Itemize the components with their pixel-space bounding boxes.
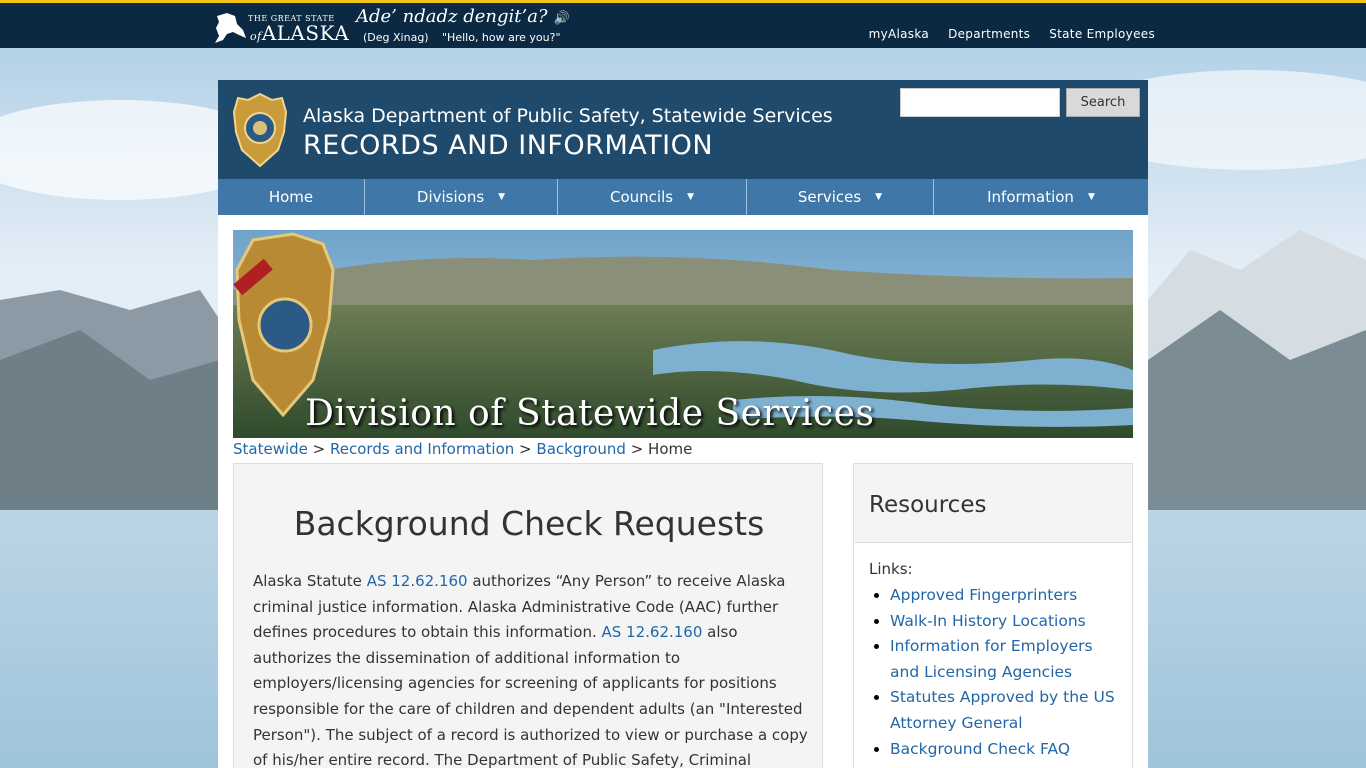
alaska-map-icon <box>215 13 246 43</box>
logo-big-text: ofALASKA <box>250 21 349 45</box>
resource-link-employers-info[interactable]: Information for Employers and Licensing … <box>890 637 1093 681</box>
nav-divisions-label: Divisions <box>416 188 485 206</box>
nav-services[interactable]: Services ▼ <box>747 179 934 215</box>
resource-link-item: Walk-In History Locations <box>890 609 1120 635</box>
greeting-translation: "Hello, how are you?" <box>442 31 561 44</box>
statute-link[interactable]: AS 12.62.160 <box>367 572 468 590</box>
toplink-myalaska[interactable]: myAlaska <box>869 27 929 41</box>
breadcrumb-statewide[interactable]: Statewide <box>233 440 308 458</box>
section-title: RECORDS AND INFORMATION <box>303 130 714 161</box>
toplink-state-employees[interactable]: State Employees <box>1049 27 1155 41</box>
logo-of-text: of <box>250 30 262 43</box>
page-container: Alaska Department of Public Safety, Stat… <box>218 80 1148 768</box>
greeting-language: (Deg Xinag) <box>363 31 429 44</box>
page-title: Background Check Requests <box>293 504 765 543</box>
resource-link-item: Background Check FAQ <box>890 737 1120 763</box>
caret-down-icon: ▼ <box>1087 192 1095 202</box>
native-language-greeting: Ade’ ndadz dengit’a? 🔊 (Deg Xinag) "Hello… <box>356 6 570 44</box>
resources-panel: Resources Links: Approved Fingerprinters… <box>853 463 1133 768</box>
banner-title: Division of Statewide Services <box>305 393 875 434</box>
nav-information-label: Information <box>987 188 1074 206</box>
breadcrumb-records[interactable]: Records and Information <box>330 440 514 458</box>
state-topbar: THE GREAT STATE ofALASKA Ade’ ndadz deng… <box>0 0 1366 48</box>
breadcrumb: Statewide > Records and Information > Ba… <box>233 440 692 458</box>
agency-name: Alaska Department of Public Safety, Stat… <box>303 105 833 127</box>
nav-home-label: Home <box>268 188 314 206</box>
resources-header: Resources <box>854 464 1132 543</box>
caret-down-icon: ▼ <box>498 192 506 202</box>
links-label: Links: <box>869 560 913 578</box>
resource-link-faq[interactable]: Background Check FAQ <box>890 740 1070 758</box>
resource-link-item: Information for Employers and Licensing … <box>890 634 1120 685</box>
resource-link-item: Approved Fingerprinters <box>890 583 1120 609</box>
caret-down-icon: ▼ <box>687 192 694 202</box>
resource-link-walk-in-locations[interactable]: Walk-In History Locations <box>890 612 1086 630</box>
nav-councils[interactable]: Councils ▼ <box>558 179 747 215</box>
site-search: Search <box>900 88 1140 117</box>
dps-badge-icon <box>232 92 288 168</box>
article-text: Alaska Statute <box>253 572 367 590</box>
alaska-logo[interactable]: THE GREAT STATE ofALASKA <box>213 8 349 46</box>
toplink-departments[interactable]: Departments <box>948 27 1030 41</box>
main-nav: Home Divisions ▼ Councils ▼ Services ▼ I… <box>218 179 1148 215</box>
nav-councils-label: Councils <box>610 188 674 206</box>
breadcrumb-separator: > <box>312 440 326 458</box>
article-text: also authorizes the dissemination of add… <box>253 623 808 768</box>
statute-link[interactable]: AS 12.62.160 <box>602 623 703 641</box>
article-body: Alaska Statute AS 12.62.160 authorizes “… <box>253 569 809 768</box>
breadcrumb-background[interactable]: Background <box>536 440 626 458</box>
greeting-phrase: Ade’ ndadz dengit’a? <box>356 6 548 27</box>
caret-down-icon: ▼ <box>875 192 883 202</box>
nav-divisions[interactable]: Divisions ▼ <box>365 179 558 215</box>
nav-services-label: Services <box>797 188 862 206</box>
breadcrumb-separator: > <box>519 440 532 458</box>
main-article: Background Check Requests Alaska Statute… <box>233 463 823 768</box>
breadcrumb-separator: > <box>630 440 644 458</box>
resource-link-approved-fingerprinters[interactable]: Approved Fingerprinters <box>890 586 1077 604</box>
logo-alaska-text: ALASKA <box>261 21 350 45</box>
speaker-icon[interactable]: 🔊 <box>554 11 570 26</box>
search-button[interactable]: Search <box>1066 88 1140 117</box>
search-input[interactable] <box>900 88 1060 117</box>
breadcrumb-current: Home <box>648 440 693 458</box>
resource-links: Approved Fingerprinters Walk-In History … <box>890 583 1120 762</box>
nav-home[interactable]: Home <box>218 179 365 215</box>
site-header: Alaska Department of Public Safety, Stat… <box>218 80 1148 179</box>
content-area: Division of Statewide Services Statewide… <box>218 215 1148 768</box>
nav-information[interactable]: Information ▼ <box>934 179 1148 215</box>
division-banner: Division of Statewide Services <box>233 230 1133 438</box>
resource-link-item: Statutes Approved by the US Attorney Gen… <box>890 685 1120 736</box>
resources-title: Resources <box>869 492 987 518</box>
resource-link-statutes[interactable]: Statutes Approved by the US Attorney Gen… <box>890 688 1115 732</box>
top-links: myAlaska Departments State Employees <box>869 27 1155 41</box>
